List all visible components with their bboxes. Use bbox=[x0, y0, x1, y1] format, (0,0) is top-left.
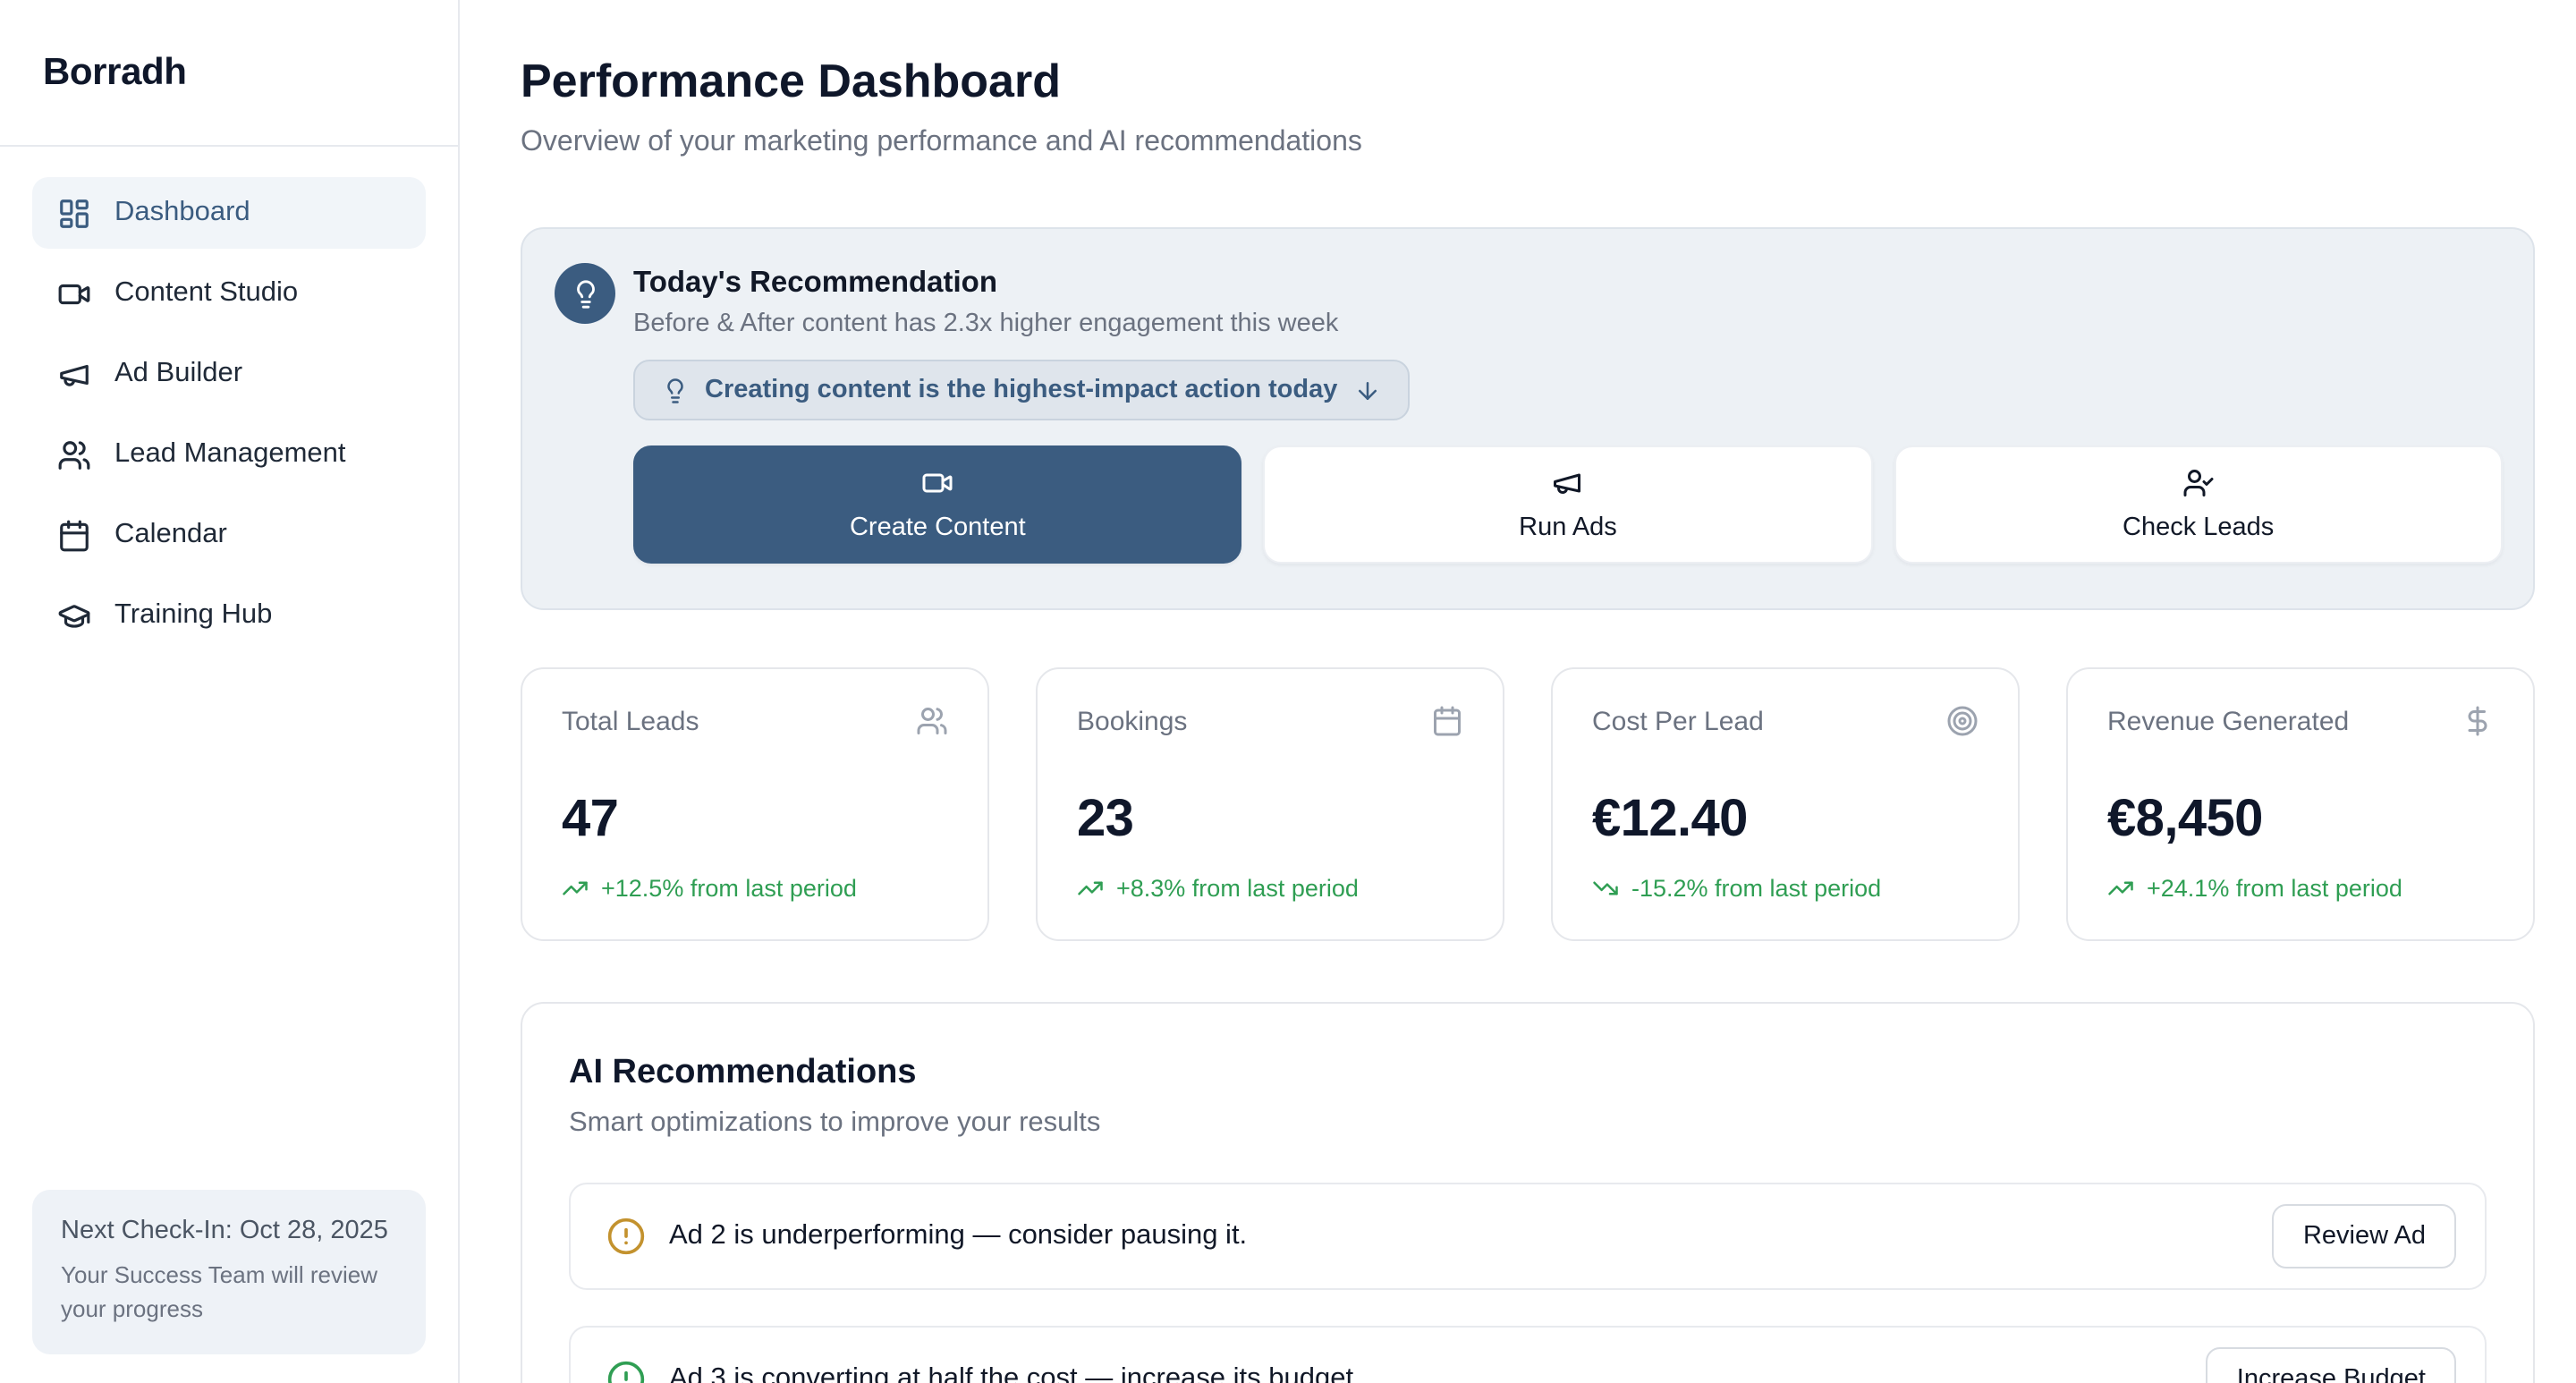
target-icon bbox=[1946, 705, 1979, 737]
sidebar-item-dashboard[interactable]: Dashboard bbox=[32, 177, 426, 249]
todays-recommendation-banner: Today's Recommendation Before & After co… bbox=[521, 227, 2535, 610]
dollar-sign-icon bbox=[2462, 705, 2494, 737]
stat-card-revenue-generated: Revenue Generated €8,450 +24.1% from las… bbox=[2066, 667, 2535, 941]
alert-circle-icon bbox=[606, 1217, 646, 1256]
sidebar-nav: Dashboard Content Studio Ad Builder Lead… bbox=[0, 147, 458, 682]
lightbulb-icon bbox=[662, 377, 689, 403]
highlight-pill-label: Creating content is the highest-impact a… bbox=[705, 376, 1337, 404]
stat-delta-label: +24.1% from last period bbox=[2147, 875, 2402, 902]
stat-delta-label: +12.5% from last period bbox=[601, 875, 857, 902]
action-button-label: Check Leads bbox=[2123, 513, 2274, 542]
review-ad-button[interactable]: Review Ad bbox=[2273, 1204, 2456, 1268]
video-icon bbox=[921, 467, 953, 499]
user-check-icon bbox=[2182, 467, 2215, 499]
recommendation-title: Today's Recommendation bbox=[633, 263, 1338, 301]
sidebar-item-label: Dashboard bbox=[114, 197, 250, 229]
calendar-icon bbox=[57, 518, 91, 552]
run-ads-button[interactable]: Run Ads bbox=[1264, 445, 1873, 564]
page-subtitle: Overview of your marketing performance a… bbox=[521, 127, 2535, 159]
stat-delta-label: +8.3% from last period bbox=[1116, 875, 1359, 902]
layout-dashboard-icon bbox=[57, 196, 91, 230]
stat-delta-label: -15.2% from last period bbox=[1631, 875, 1881, 902]
increase-budget-button[interactable]: Increase Budget bbox=[2207, 1347, 2456, 1383]
stat-label: Cost Per Lead bbox=[1592, 706, 1764, 736]
sidebar-item-label: Lead Management bbox=[114, 438, 346, 471]
sidebar-item-training-hub[interactable]: Training Hub bbox=[32, 580, 426, 651]
checkin-title: Next Check-In: Oct 28, 2025 bbox=[61, 1218, 397, 1246]
stat-card-total-leads: Total Leads 47 +12.5% from last period bbox=[521, 667, 989, 941]
sidebar-item-label: Content Studio bbox=[114, 277, 298, 310]
action-button-label: Run Ads bbox=[1519, 513, 1617, 542]
sidebar: Borradh Dashboard Content Studio Ad Buil… bbox=[0, 0, 460, 1383]
action-button-label: Create Content bbox=[850, 513, 1026, 542]
stats-row: Total Leads 47 +12.5% from last period B… bbox=[521, 667, 2535, 941]
sidebar-item-ad-builder[interactable]: Ad Builder bbox=[32, 338, 426, 410]
recommendation-subtitle: Before & After content has 2.3x higher e… bbox=[633, 310, 1338, 338]
ai-recommendation-row: Ad 2 is underperforming — consider pausi… bbox=[569, 1183, 2487, 1290]
stat-card-bookings: Bookings 23 +8.3% from last period bbox=[1036, 667, 1504, 941]
megaphone-icon bbox=[1552, 467, 1584, 499]
next-checkin-card: Next Check-In: Oct 28, 2025 Your Success… bbox=[32, 1191, 426, 1354]
main-content: Performance Dashboard Overview of your m… bbox=[460, 0, 2576, 1383]
trending-down-icon bbox=[1592, 875, 1619, 902]
sidebar-item-label: Ad Builder bbox=[114, 358, 242, 390]
sidebar-item-label: Calendar bbox=[114, 519, 227, 551]
check-leads-button[interactable]: Check Leads bbox=[1894, 445, 2503, 564]
stat-label: Bookings bbox=[1077, 706, 1187, 736]
checkin-subtitle: Your Success Team will review your progr… bbox=[61, 1260, 397, 1328]
page-title: Performance Dashboard bbox=[521, 54, 2535, 109]
stat-card-cost-per-lead: Cost Per Lead €12.40 -15.2% from last pe… bbox=[1551, 667, 2020, 941]
alert-circle-icon bbox=[606, 1360, 646, 1383]
video-icon bbox=[57, 276, 91, 310]
megaphone-icon bbox=[57, 357, 91, 391]
calendar-icon bbox=[1431, 705, 1463, 737]
users-icon bbox=[57, 437, 91, 471]
sidebar-item-lead-management[interactable]: Lead Management bbox=[32, 419, 426, 490]
lightbulb-icon bbox=[555, 263, 615, 324]
sidebar-item-content-studio[interactable]: Content Studio bbox=[32, 258, 426, 329]
trending-up-icon bbox=[2107, 875, 2134, 902]
brand-logo: Borradh bbox=[0, 0, 458, 147]
highlight-pill[interactable]: Creating content is the highest-impact a… bbox=[633, 360, 1409, 420]
sidebar-item-calendar[interactable]: Calendar bbox=[32, 499, 426, 571]
quick-actions-row: Create Content Run Ads Check Leads bbox=[633, 445, 2503, 564]
ai-recommendation-text: Ad 2 is underperforming — consider pausi… bbox=[669, 1220, 2250, 1252]
trending-up-icon bbox=[562, 875, 589, 902]
sidebar-item-label: Training Hub bbox=[114, 599, 272, 632]
ai-recommendations-card: AI Recommendations Smart optimizations t… bbox=[521, 1002, 2535, 1383]
ai-recommendation-row: Ad 3 is converting at half the cost — in… bbox=[569, 1326, 2487, 1383]
users-icon bbox=[916, 705, 948, 737]
create-content-button[interactable]: Create Content bbox=[633, 445, 1242, 564]
ai-recommendations-title: AI Recommendations bbox=[569, 1054, 2487, 1093]
arrow-down-icon bbox=[1353, 377, 1380, 403]
graduation-cap-icon bbox=[57, 598, 91, 632]
ai-recommendations-subtitle: Smart optimizations to improve your resu… bbox=[569, 1107, 2487, 1140]
stat-value: €12.40 bbox=[1592, 791, 1979, 850]
stat-value: 47 bbox=[562, 791, 948, 850]
stat-label: Revenue Generated bbox=[2107, 706, 2349, 736]
stat-value: 23 bbox=[1077, 791, 1463, 850]
stat-label: Total Leads bbox=[562, 706, 699, 736]
ai-recommendation-text: Ad 3 is converting at half the cost — in… bbox=[669, 1363, 2183, 1383]
stat-value: €8,450 bbox=[2107, 791, 2494, 850]
trending-up-icon bbox=[1077, 875, 1104, 902]
app-window: Borradh Dashboard Content Studio Ad Buil… bbox=[0, 0, 2576, 1383]
